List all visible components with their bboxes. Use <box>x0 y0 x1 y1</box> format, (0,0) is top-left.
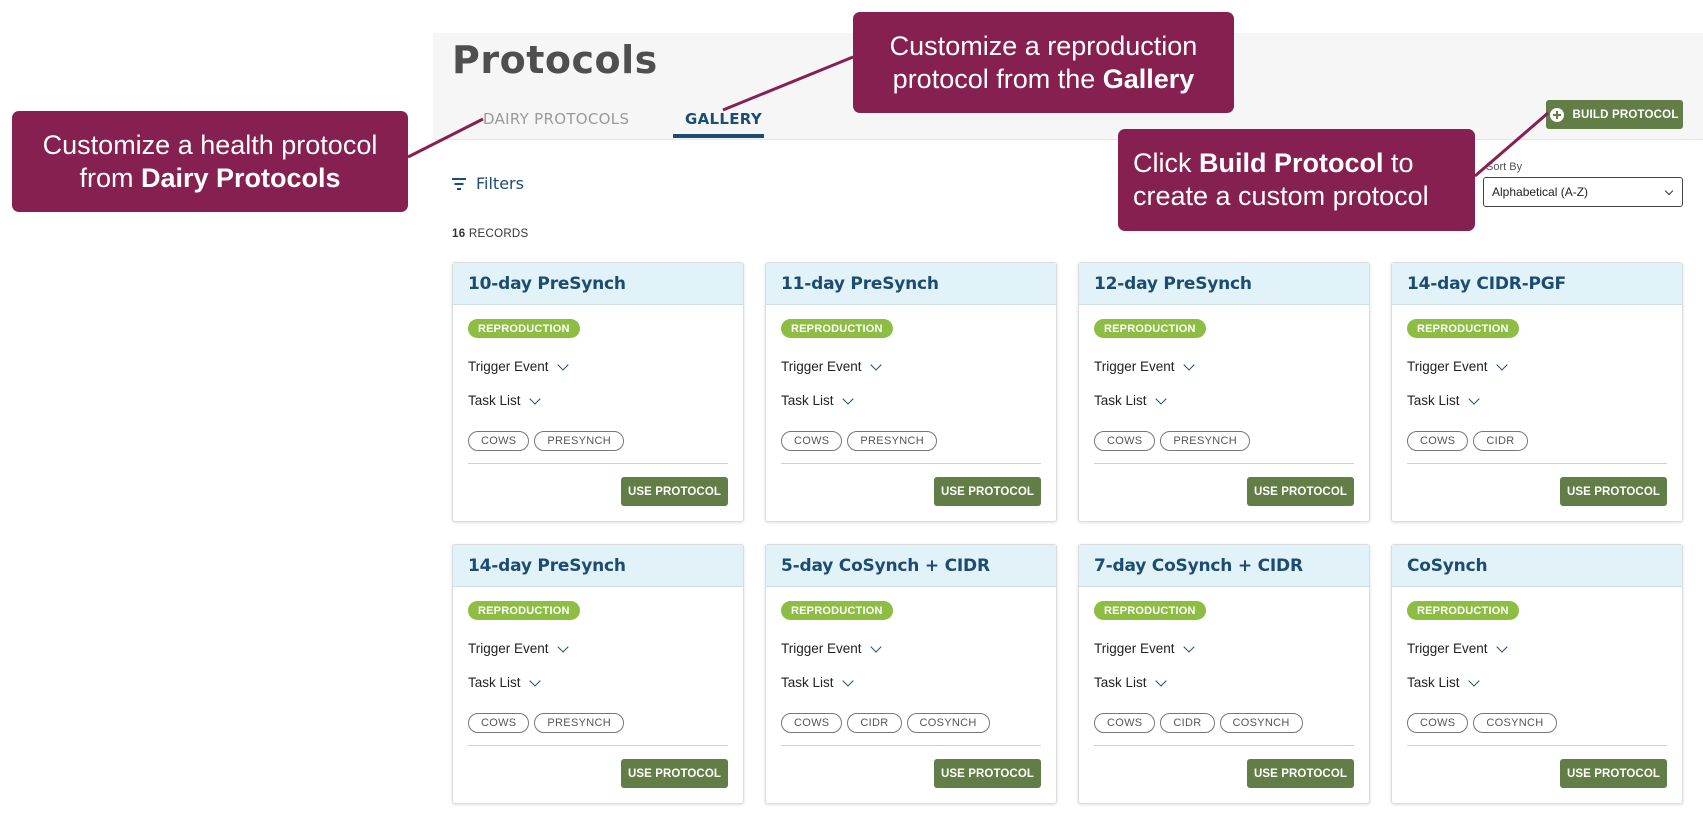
callout-gallery: Customize a reproduction protocol from t… <box>853 12 1234 113</box>
build-connector-line <box>1474 111 1549 178</box>
gallery-connector-line <box>722 55 854 112</box>
callout-build-prefix: Click <box>1133 148 1199 178</box>
callout-build-line2: create a custom protocol <box>1133 181 1429 211</box>
callout-build-protocol: Click Build Protocol to create a custom … <box>1118 129 1475 231</box>
callout-gallery-line1: Customize a reproduction <box>889 30 1198 61</box>
callout-build-suffix: to <box>1383 148 1414 178</box>
callout-dairy-protocols: Customize a health protocol from Dairy P… <box>12 111 408 212</box>
callout-gallery-line2: protocol from the Gallery <box>893 63 1195 96</box>
callout-dairy-line1: Customize a health protocol <box>42 129 378 160</box>
callout-gallery-bold: Gallery <box>1102 63 1195 94</box>
dairy-connector-line <box>407 117 484 159</box>
callout-build-line1: Click Build Protocol to <box>1133 147 1475 180</box>
callout-gallery-prefix: protocol from the <box>892 63 1103 94</box>
callout-dairy-bold: Dairy Protocols <box>140 162 341 193</box>
callout-build-bold: Build Protocol <box>1199 148 1384 178</box>
callout-dairy-line2: from Dairy Protocols <box>79 162 340 195</box>
callout-dairy-prefix: from <box>79 162 141 193</box>
